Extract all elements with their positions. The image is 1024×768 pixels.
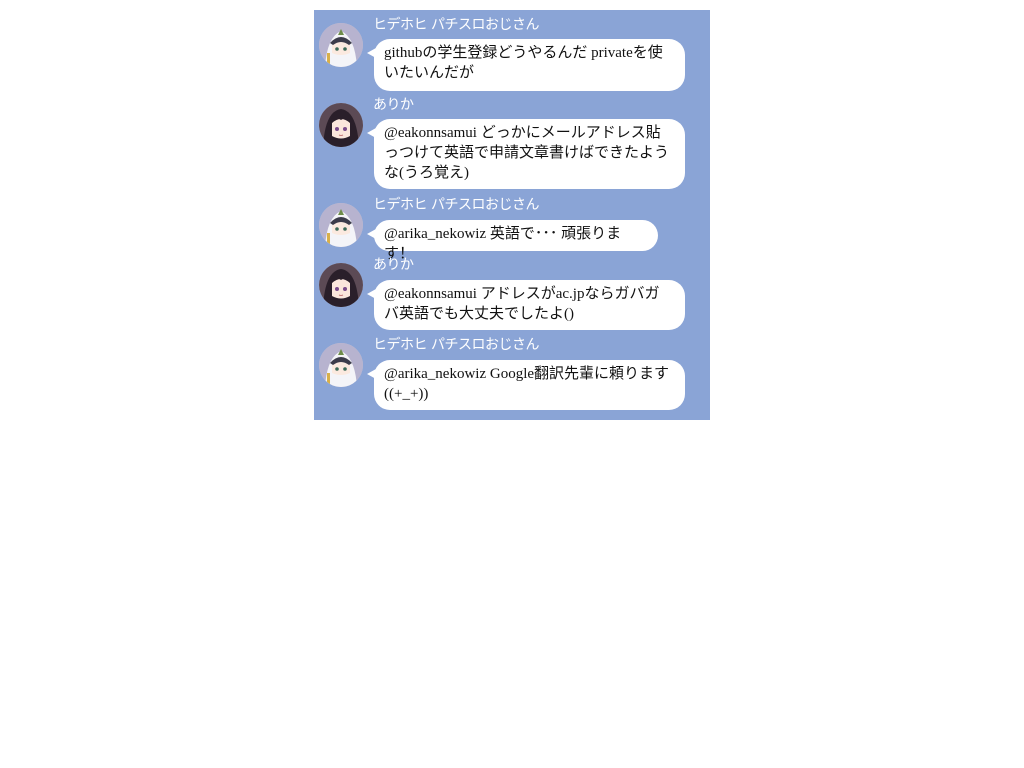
sender-name: ありか [373,257,414,273]
sender-name: ヒデホヒ パチスロおじさん [373,197,539,213]
user-avatar-icon[interactable] [319,343,363,387]
chat-message: ありか @eakonnsamui アドレスがac.jpならガバガバ英語でも大丈夫… [314,250,710,332]
message-bubble: @eakonnsamui アドレスがac.jpならガバガバ英語でも大丈夫でしたよ… [367,280,685,330]
chat-message: ヒデホヒ パチスロおじさん @arika_nekowiz Google翻訳先輩に… [314,330,710,420]
message-bubble: @eakonnsamui どっかにメールアドレス貼っつけて英語で申請文章書けばで… [367,119,685,189]
user-avatar-icon[interactable] [319,203,363,247]
chat-message: ありか @eakonnsamui どっかにメールアドレス貼っつけて英語で申請文章… [314,90,710,202]
message-bubble: githubの学生登録どうやるんだ privateを使いたいんだが [367,39,685,91]
message-bubble: @arika_nekowiz Google翻訳先輩に頼ります((+_+)) [367,360,685,410]
sender-name: ヒデホヒ パチスロおじさん [373,17,539,33]
user-avatar-icon[interactable] [319,23,363,67]
sender-name: ヒデホヒ パチスロおじさん [373,337,539,353]
sender-name: ありか [373,97,414,113]
chat-message: ヒデホヒ パチスロおじさん githubの学生登録どうやるんだ privateを… [314,10,710,92]
chat-panel: ヒデホヒ パチスロおじさん githubの学生登録どうやるんだ privateを… [314,10,710,420]
chat-message: ヒデホヒ パチスロおじさん @arika_nekowiz 英語で･･･ 頑張りま… [314,190,710,262]
user-avatar-icon[interactable] [319,103,363,147]
message-bubble: @arika_nekowiz 英語で･･･ 頑張ります！ [367,220,658,262]
user-avatar-icon[interactable] [319,263,363,307]
